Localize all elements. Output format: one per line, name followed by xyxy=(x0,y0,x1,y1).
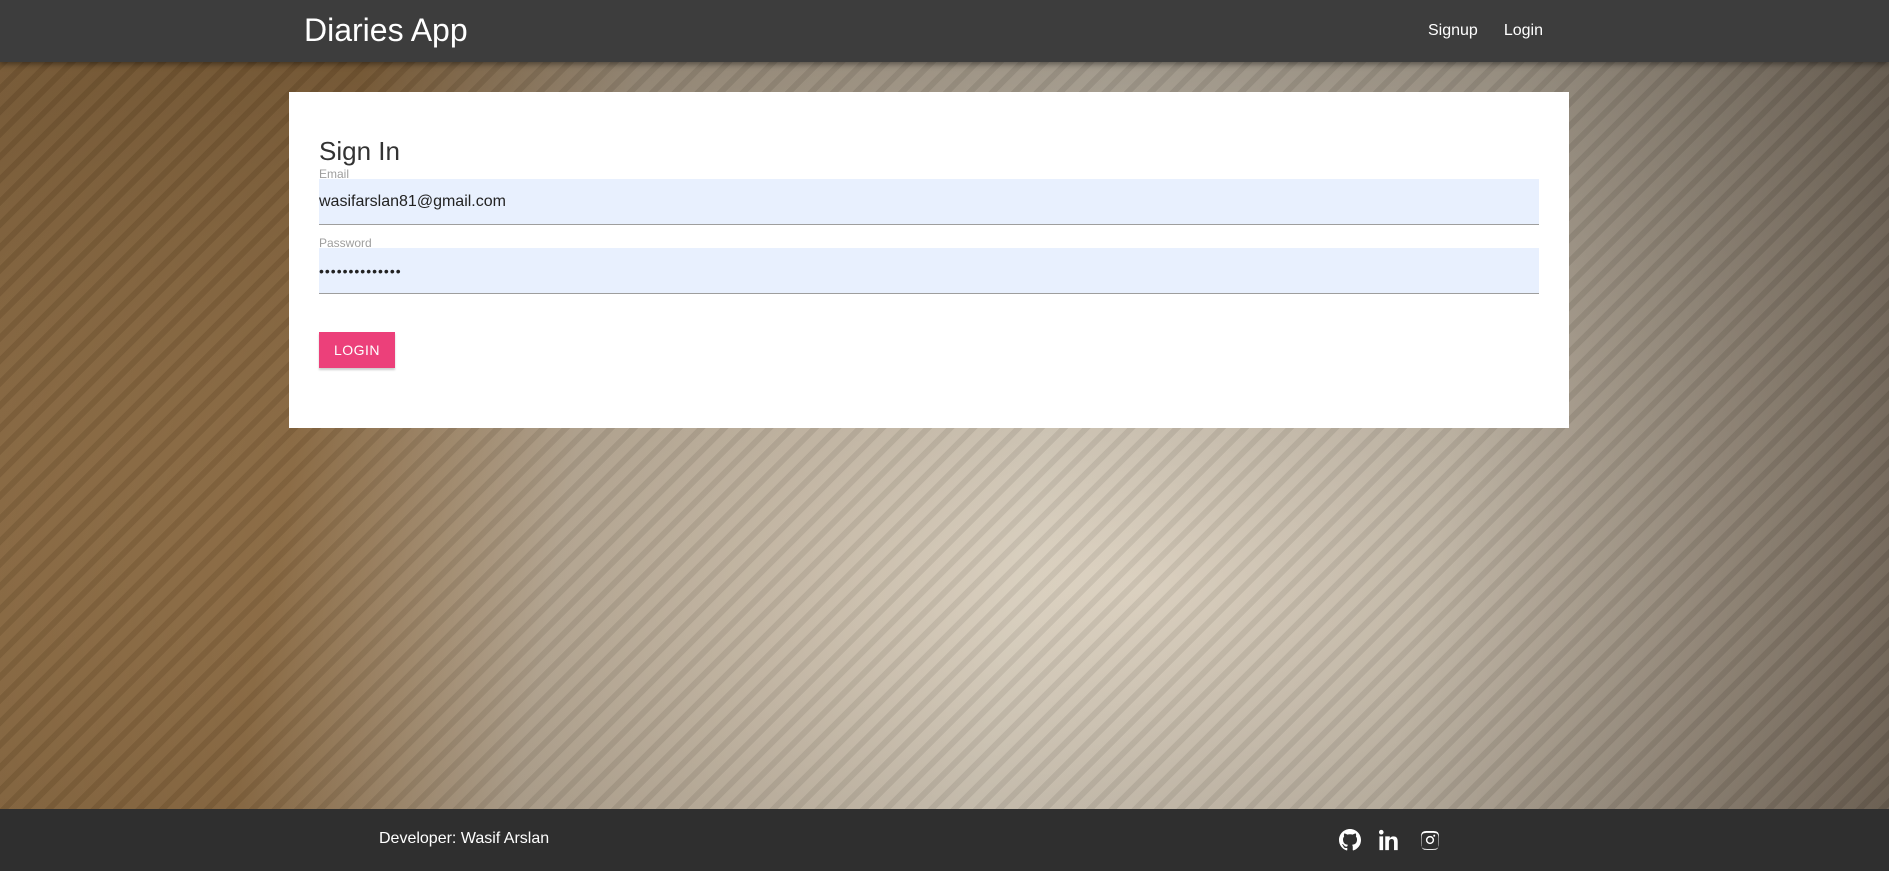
footer: Developer: Wasif Arslan xyxy=(0,809,1889,871)
signup-link[interactable]: Signup xyxy=(1428,22,1478,40)
login-button[interactable]: LOGIN xyxy=(319,332,395,368)
linkedin-icon[interactable] xyxy=(1379,829,1401,851)
github-icon[interactable] xyxy=(1339,829,1361,851)
nav-links: Signup Login xyxy=(1428,0,1543,62)
social-links xyxy=(1339,829,1441,851)
signin-card: Sign In Email Password LOGIN xyxy=(289,92,1569,428)
login-link[interactable]: Login xyxy=(1504,22,1543,40)
navbar: Diaries App Signup Login xyxy=(0,0,1889,62)
developer-credit: Developer: Wasif Arslan xyxy=(379,830,550,847)
email-field[interactable] xyxy=(319,179,1539,225)
brand-link[interactable]: Diaries App xyxy=(304,12,468,49)
page-title: Sign In xyxy=(319,136,400,166)
password-field[interactable] xyxy=(319,248,1539,294)
instagram-icon[interactable] xyxy=(1419,829,1441,851)
